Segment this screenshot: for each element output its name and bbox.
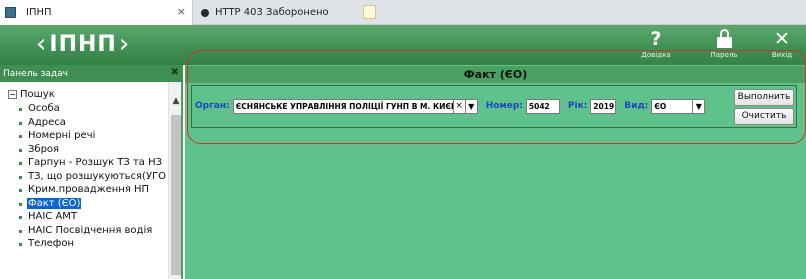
- sidebar-item-phone[interactable]: Телефон: [8, 237, 168, 251]
- close-icon: ✕: [774, 28, 790, 50]
- task-panel-title: Панель задач: [3, 68, 68, 79]
- help-label: Довідка: [641, 51, 671, 59]
- organ-dropdown-icon[interactable]: ▼: [465, 98, 478, 114]
- password-label: Пароль: [710, 51, 738, 59]
- sidebar-scrollbar[interactable]: ▲: [168, 82, 181, 279]
- filter-row: Орган: ЄСНЯНСЬКЕ УПРАВЛІННЯ ПОЛІЦІЇ ГУНП…: [195, 98, 706, 114]
- number-label: Номер:: [485, 101, 523, 111]
- execute-button[interactable]: Выполнить: [734, 89, 794, 106]
- globe-icon: [201, 8, 209, 17]
- browser-tabbar: ІПНП × HTTP 403 Заборонено: [0, 0, 806, 25]
- collapse-icon[interactable]: −: [8, 89, 17, 99]
- sidebar-item-wanted-vehicles[interactable]: ТЗ, що розшукуються(УГО: [8, 170, 168, 184]
- help-button[interactable]: ? Довідка: [636, 27, 676, 63]
- sidebar-item-numbered-items[interactable]: Номерні речі: [8, 129, 168, 143]
- browser-tab-inactive[interactable]: HTTP 403 Заборонено: [193, 0, 358, 25]
- app-logo: ‹ ІПНП ›: [36, 29, 131, 59]
- tree-root-search[interactable]: − Пошук: [8, 88, 168, 100]
- scroll-up-icon[interactable]: ▲: [170, 96, 181, 106]
- sidebar-item-address[interactable]: Адреса: [8, 116, 168, 130]
- browser-tab-label: ІПНП: [26, 7, 52, 18]
- scrollbar-thumb[interactable]: [171, 115, 181, 275]
- sidebar-item-criminal-proceedings[interactable]: Крим.провадження НП: [8, 183, 168, 197]
- task-panel-header: Панель задач ✖: [0, 65, 183, 82]
- tree-root-label: Пошук: [20, 88, 55, 100]
- help-icon: ?: [650, 28, 662, 50]
- organ-input[interactable]: ЄСНЯНСЬКЕ УПРАВЛІННЯ ПОЛІЦІЇ ГУНП В М. К…: [232, 98, 454, 114]
- filter-panel: Орган: ЄСНЯНСЬКЕ УПРАВЛІННЯ ПОЛІЦІЇ ГУНП…: [191, 85, 797, 128]
- year-input[interactable]: 2019: [590, 98, 617, 114]
- organ-clear-icon[interactable]: ×: [453, 98, 466, 114]
- sidebar-item-person[interactable]: Особа: [8, 102, 168, 116]
- type-select[interactable]: ЄО: [651, 98, 694, 114]
- page-title: Факт (ЄО): [185, 66, 806, 83]
- tab-close-icon[interactable]: ×: [177, 6, 186, 18]
- sidebar-item-nais-driver-license[interactable]: НАІС Посвідчення водія: [8, 224, 168, 238]
- site-favicon-icon: [5, 7, 16, 18]
- sidebar-item-fact-eo[interactable]: Факт (ЄО): [8, 197, 168, 211]
- browser-tab-label: HTTP 403 Заборонено: [215, 7, 329, 18]
- lock-icon: [716, 29, 732, 49]
- exit-button[interactable]: ✕ Вихід: [762, 27, 802, 63]
- task-tree: − Пошук Особа Адреса Номерні речі Зброя …: [8, 88, 168, 251]
- panel-close-icon[interactable]: ✖: [171, 67, 179, 78]
- logo-text: ІПНП: [49, 31, 117, 57]
- number-input[interactable]: 5042: [525, 98, 560, 114]
- sidebar-item-nais-amt[interactable]: НАІС АМТ: [8, 210, 168, 224]
- sidebar-item-weapon[interactable]: Зброя: [8, 143, 168, 157]
- year-label: Рік:: [567, 101, 588, 111]
- type-label: Вид:: [624, 101, 649, 111]
- sidebar: − Пошук Особа Адреса Номерні речі Зброя …: [0, 82, 183, 279]
- new-tab-icon[interactable]: [363, 5, 376, 19]
- sidebar-item-harpoon[interactable]: Гарпун - Розшук ТЗ та НЗ: [8, 156, 168, 170]
- clear-button[interactable]: Очистить: [734, 108, 794, 125]
- main-content: Факт (ЄО) Орган: ЄСНЯНСЬКЕ УПРАВЛІННЯ ПО…: [185, 65, 806, 279]
- browser-tab-active[interactable]: ІПНП ×: [0, 0, 193, 25]
- exit-label: Вихід: [771, 51, 793, 59]
- password-button[interactable]: Пароль: [704, 27, 744, 63]
- type-dropdown-icon[interactable]: ▼: [693, 98, 706, 114]
- organ-label: Орган:: [195, 101, 230, 111]
